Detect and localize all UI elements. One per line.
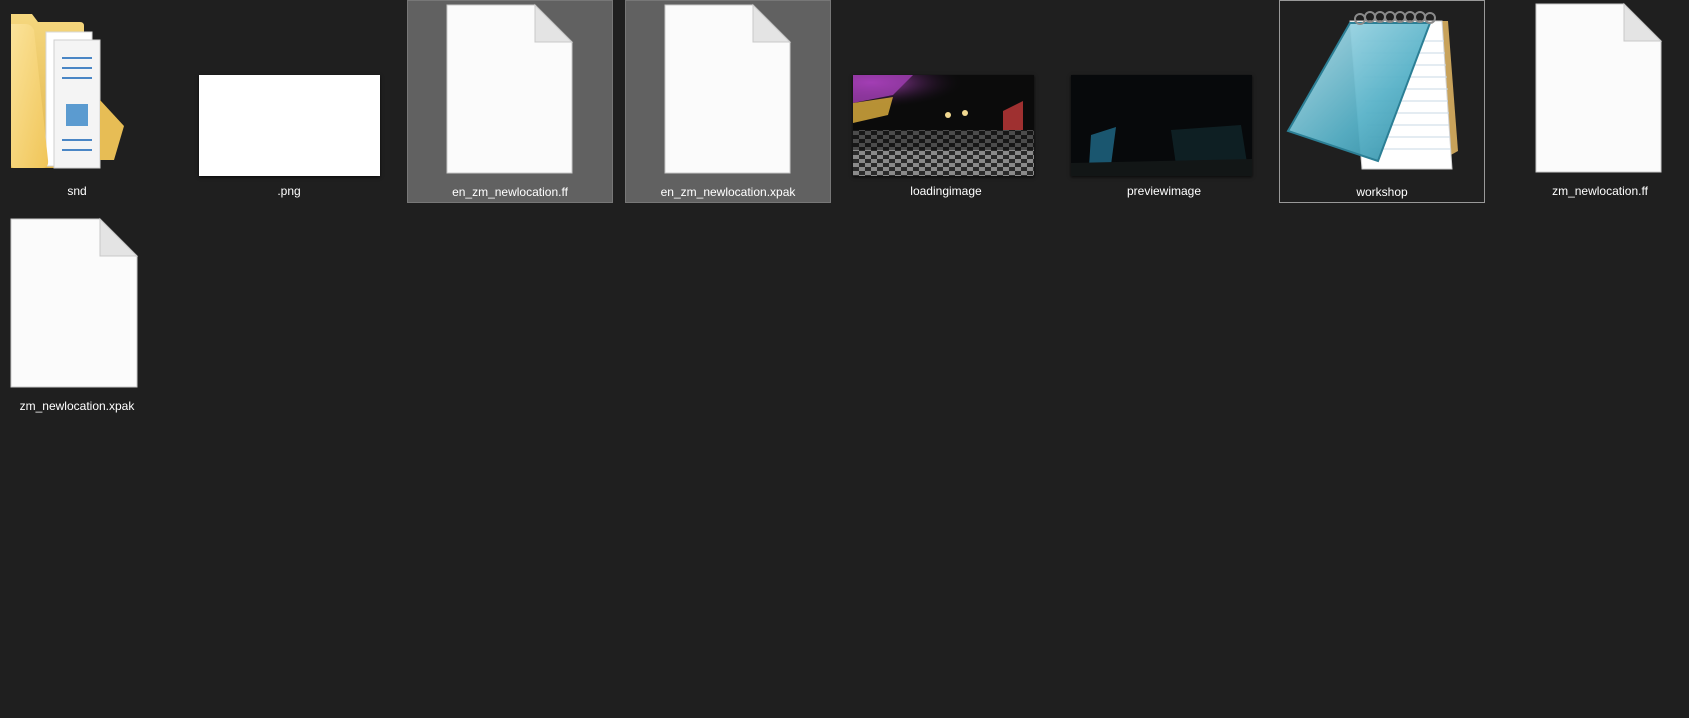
file-item-workshop[interactable]: workshop	[1279, 0, 1485, 203]
file-item-snd[interactable]: snd	[0, 0, 180, 203]
folder-icon	[0, 0, 180, 178]
file-name: workshop	[1356, 185, 1408, 199]
file-item-loadingimage[interactable]: loadingimage	[843, 0, 1049, 203]
loadingimage-thumbnail	[843, 0, 1049, 178]
file-name: en_zm_newlocation.xpak	[660, 185, 796, 199]
notepad-icon	[1280, 1, 1484, 179]
file-explorer-view[interactable]: snd .png en_zm_newlocation.ff en_zm_newl…	[0, 0, 1689, 718]
file-name: zm_newlocation.ff	[1552, 184, 1648, 198]
file-name: snd	[67, 184, 87, 198]
blank-file-icon	[408, 1, 612, 179]
blank-file-icon	[0, 215, 180, 393]
file-item-en-zm-newlocation-xpak[interactable]: en_zm_newlocation.xpak	[625, 0, 831, 203]
file-name: .png	[277, 184, 301, 198]
file-item-png[interactable]: .png	[186, 0, 392, 203]
file-item-en-zm-newlocation-ff[interactable]: en_zm_newlocation.ff	[407, 0, 613, 203]
file-name: en_zm_newlocation.ff	[452, 185, 568, 199]
file-item-zm-newlocation-xpak[interactable]: zm_newlocation.xpak	[0, 215, 180, 418]
file-item-zm-newlocation-ff[interactable]: zm_newlocation.ff	[1497, 0, 1689, 203]
blank-file-icon	[1497, 0, 1689, 178]
blank-file-icon	[626, 1, 830, 179]
previewimage-thumbnail	[1061, 0, 1267, 178]
file-name: previewimage	[1126, 184, 1202, 198]
file-item-previewimage[interactable]: previewimage	[1061, 0, 1267, 203]
file-name: loadingimage	[910, 184, 982, 198]
file-name: zm_newlocation.xpak	[19, 399, 135, 413]
png-thumbnail	[186, 0, 392, 178]
